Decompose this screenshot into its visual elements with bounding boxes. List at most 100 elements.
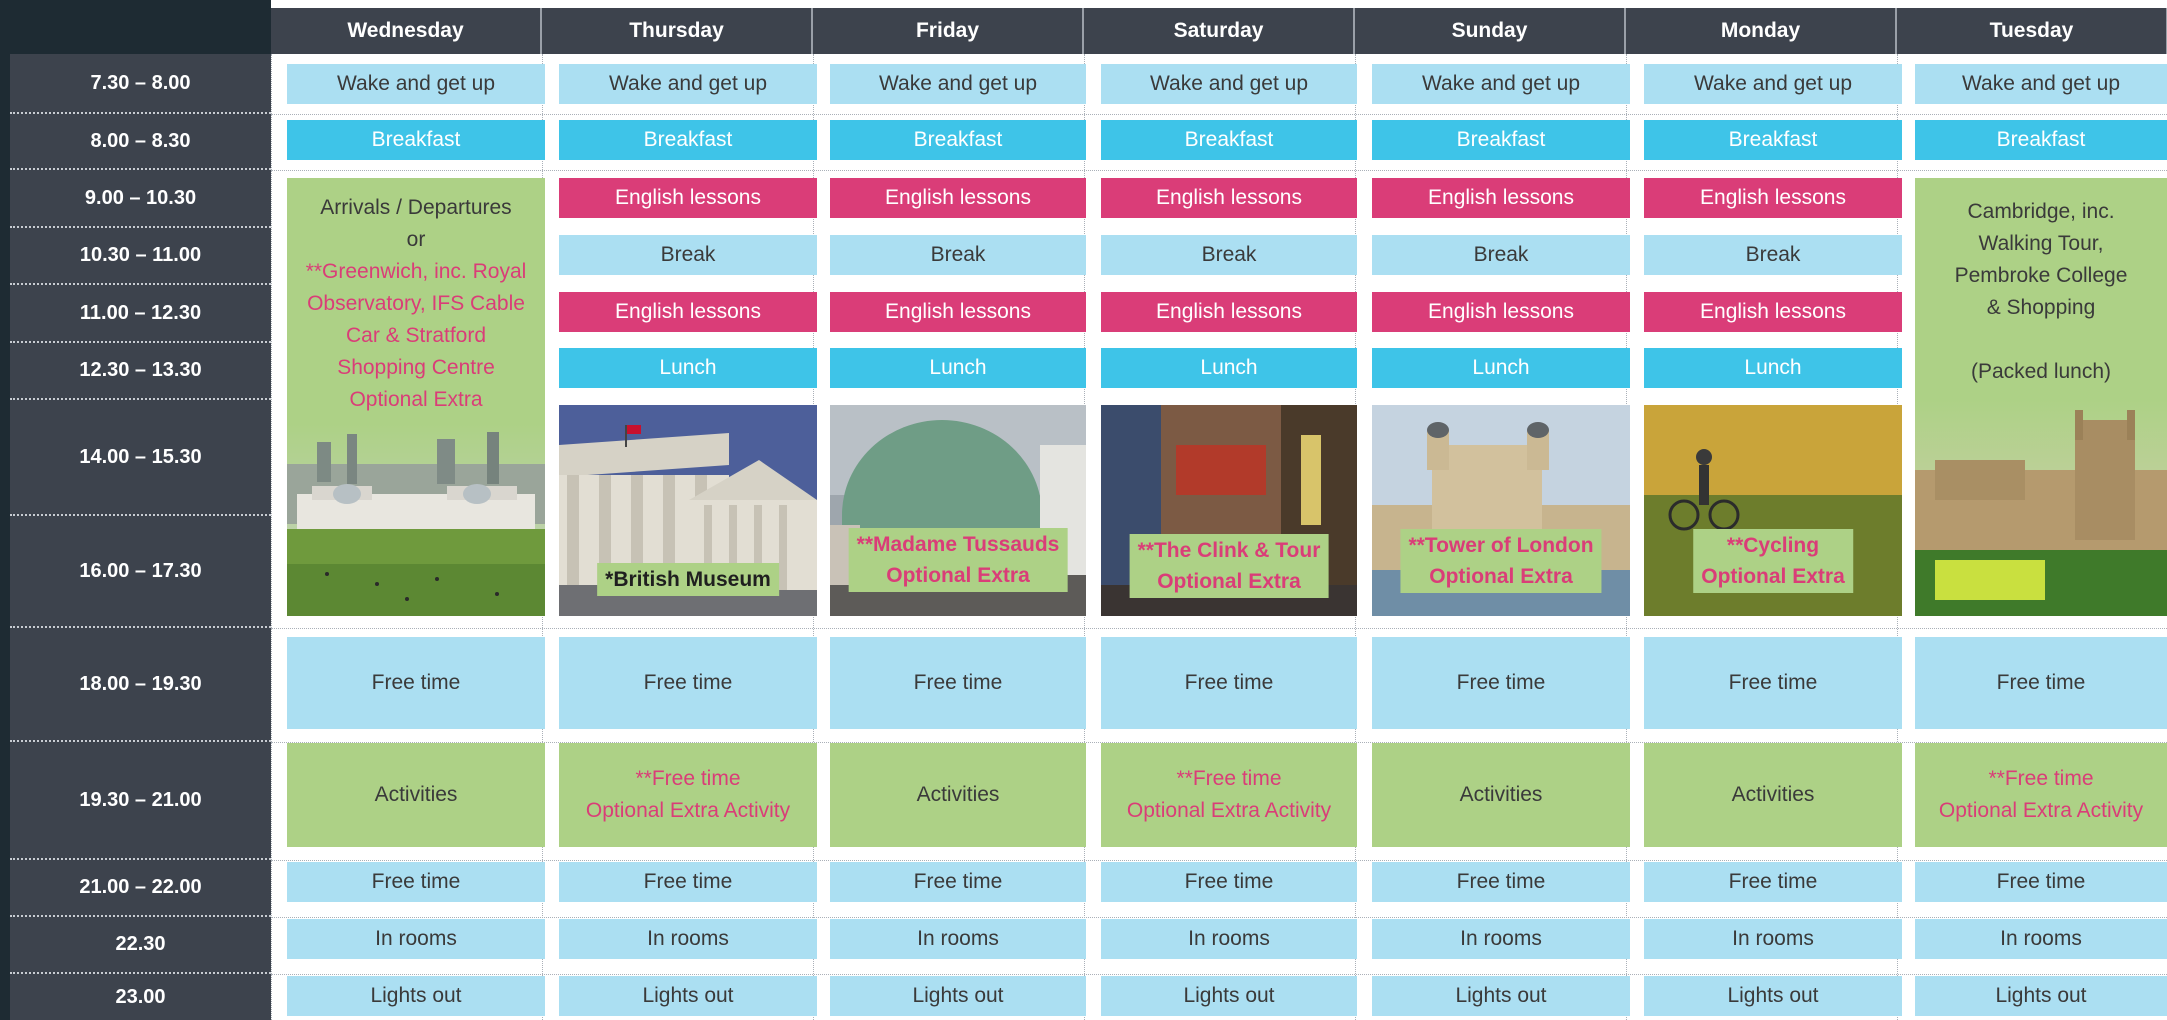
- cambridge-photo: [1915, 400, 2167, 616]
- optional-activity-text: **Free time: [1176, 767, 1282, 790]
- wake-cell-saturday: Wake and get up: [1101, 64, 1357, 104]
- british-museum-caption: *British Museum: [597, 563, 779, 596]
- break-sunday: Break: [1372, 235, 1630, 275]
- wake-cell-friday: Wake and get up: [830, 64, 1086, 104]
- lights-out-monday: Lights out: [1644, 976, 1902, 1016]
- time-slot-label: 18.00 – 19.30: [10, 628, 271, 742]
- time-slot-label: 9.00 – 10.30: [10, 170, 271, 228]
- grid-line: [271, 114, 2167, 115]
- in-rooms-tuesday: In rooms: [1915, 919, 2167, 959]
- day-header-saturday: Saturday: [1084, 8, 1355, 54]
- day-header-wednesday: Wednesday: [271, 8, 542, 54]
- free-time-night-saturday: Free time: [1101, 862, 1357, 902]
- in-rooms-thursday: In rooms: [559, 919, 817, 959]
- english-lessons-thursday: English lessons: [559, 178, 817, 218]
- free-time-night-wednesday: Free time: [287, 862, 545, 902]
- free-time-evening-sunday: Free time: [1372, 637, 1630, 729]
- lunch-thursday: Lunch: [559, 348, 817, 388]
- optional-activity-text: **Free time: [1988, 767, 2094, 790]
- time-slot-label: 8.00 – 8.30: [10, 114, 271, 170]
- day-header-sunday: Sunday: [1355, 8, 1626, 54]
- greenwich-text: Optional Extra: [349, 388, 483, 411]
- wake-cell-sunday: Wake and get up: [1372, 64, 1630, 104]
- cambridge-text: & Shopping: [1986, 296, 2096, 319]
- tower-of-london-caption: **Tower of London Optional Extra: [1400, 529, 1602, 593]
- english-lessons-saturday: English lessons: [1101, 178, 1357, 218]
- lunch-sunday: Lunch: [1372, 348, 1630, 388]
- optional-activity-text: Optional Extra Activity: [1938, 799, 2144, 822]
- greenwich-text: **Greenwich, inc. Royal: [305, 260, 527, 283]
- free-time-evening-saturday: Free time: [1101, 637, 1357, 729]
- grid-line: [271, 54, 272, 1020]
- excursion-caption-text: **The Clink & Tour: [1137, 539, 1321, 562]
- wake-cell-wednesday: Wake and get up: [287, 64, 545, 104]
- lights-out-thursday: Lights out: [559, 976, 817, 1016]
- arrivals-text: Arrivals / Departures: [320, 196, 512, 219]
- activities-wednesday: Activities: [287, 743, 545, 847]
- lights-out-friday: Lights out: [830, 976, 1086, 1016]
- packed-lunch-text: (Packed lunch): [1970, 360, 2112, 383]
- grid-line: [271, 917, 2167, 918]
- cambridge-text: Walking Tour,: [1978, 232, 2104, 255]
- madame-tussauds-caption: **Madame Tussauds Optional Extra: [848, 528, 1068, 592]
- breakfast-cell-wednesday: Breakfast: [287, 120, 545, 160]
- day-header-friday: Friday: [813, 8, 1084, 54]
- excursion-caption-text: **Cycling: [1726, 534, 1820, 557]
- activities-monday: Activities: [1644, 743, 1902, 847]
- lights-out-wednesday: Lights out: [287, 976, 545, 1016]
- timetable-grid: Wake and get up Wake and get up Wake and…: [271, 54, 2167, 1020]
- cambridge-text: Cambridge, inc.: [1967, 200, 2115, 223]
- grid-line: [271, 974, 2167, 975]
- cambridge-text: Pembroke College: [1954, 264, 2128, 287]
- free-time-evening-friday: Free time: [830, 637, 1086, 729]
- the-clink-caption: **The Clink & Tour Optional Extra: [1129, 534, 1329, 598]
- free-time-evening-thursday: Free time: [559, 637, 817, 729]
- greenwich-text: Shopping Centre: [337, 356, 495, 379]
- tower-of-london-photo: **Tower of London Optional Extra: [1372, 405, 1630, 616]
- british-museum-photo: *British Museum: [559, 405, 817, 616]
- english-lessons-2-monday: English lessons: [1644, 292, 1902, 332]
- optional-extra-activity-thursday: **Free time Optional Extra Activity: [559, 743, 817, 847]
- excursion-caption-text: Optional Extra: [1429, 565, 1573, 588]
- break-friday: Break: [830, 235, 1086, 275]
- free-time-night-tuesday: Free time: [1915, 862, 2167, 902]
- optional-extra-activity-tuesday: **Free time Optional Extra Activity: [1915, 743, 2167, 847]
- in-rooms-sunday: In rooms: [1372, 919, 1630, 959]
- time-slot-label: 21.00 – 22.00: [10, 860, 271, 917]
- lights-out-sunday: Lights out: [1372, 976, 1630, 1016]
- grid-line: [271, 170, 2167, 171]
- optional-extra-activity-saturday: **Free time Optional Extra Activity: [1101, 743, 1357, 847]
- day-header-monday: Monday: [1626, 8, 1897, 54]
- breakfast-cell-sunday: Breakfast: [1372, 120, 1630, 160]
- lunch-friday: Lunch: [830, 348, 1086, 388]
- time-slot-label: 16.00 – 17.30: [10, 516, 271, 628]
- english-lessons-2-sunday: English lessons: [1372, 292, 1630, 332]
- cycling-photo: **Cycling Optional Extra: [1644, 405, 1902, 616]
- free-time-evening-wednesday: Free time: [287, 637, 545, 729]
- breakfast-cell-tuesday: Breakfast: [1915, 120, 2167, 160]
- optional-activity-text: Optional Extra Activity: [585, 799, 791, 822]
- free-time-night-sunday: Free time: [1372, 862, 1630, 902]
- free-time-night-thursday: Free time: [559, 862, 817, 902]
- breakfast-cell-thursday: Breakfast: [559, 120, 817, 160]
- day-header-thursday: Thursday: [542, 8, 813, 54]
- greenwich-text: Car & Stratford: [345, 324, 487, 347]
- wake-cell-monday: Wake and get up: [1644, 64, 1902, 104]
- free-time-evening-monday: Free time: [1644, 637, 1902, 729]
- cycling-caption: **Cycling Optional Extra: [1693, 529, 1853, 593]
- time-slot-label: 7.30 – 8.00: [10, 54, 271, 114]
- free-time-night-friday: Free time: [830, 862, 1086, 902]
- time-column: 7.30 – 8.00 8.00 – 8.30 9.00 – 10.30 10.…: [10, 54, 271, 1020]
- activities-friday: Activities: [830, 743, 1086, 847]
- english-lessons-2-saturday: English lessons: [1101, 292, 1357, 332]
- break-monday: Break: [1644, 235, 1902, 275]
- in-rooms-monday: In rooms: [1644, 919, 1902, 959]
- time-slot-label: 11.00 – 12.30: [10, 285, 271, 343]
- or-text: or: [406, 228, 426, 251]
- excursion-caption-text: **Madame Tussauds: [856, 533, 1060, 556]
- wake-cell-thursday: Wake and get up: [559, 64, 817, 104]
- breakfast-cell-saturday: Breakfast: [1101, 120, 1357, 160]
- breakfast-cell-friday: Breakfast: [830, 120, 1086, 160]
- time-slot-label: 23.00: [115, 985, 166, 1008]
- time-slot-label: 14.00 – 15.30: [10, 400, 271, 516]
